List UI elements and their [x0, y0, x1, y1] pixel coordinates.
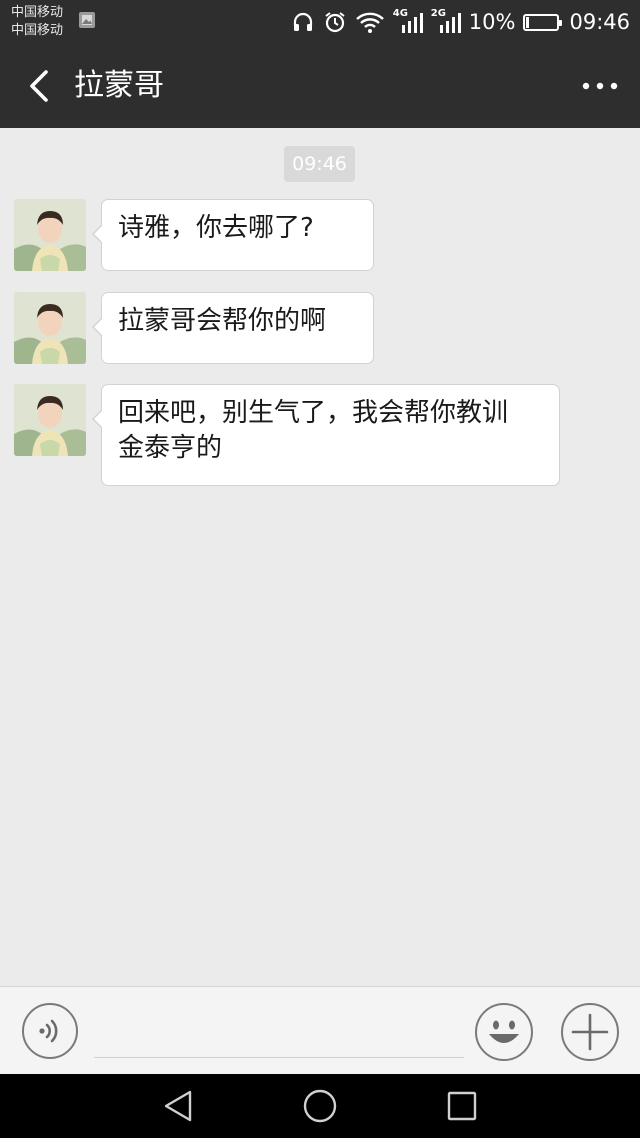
message-row: 回来吧，别生气了，我会帮你教训 金泰亨的	[14, 384, 574, 486]
battery-percent: 10%	[468, 10, 516, 34]
carrier-2: 中国移动	[11, 23, 64, 38]
voice-icon[interactable]	[21, 1002, 79, 1060]
nav-recents-icon[interactable]	[442, 1086, 482, 1126]
message-row: 拉蒙哥会帮你的啊	[14, 292, 374, 364]
carrier-1: 中国移动	[11, 5, 64, 20]
signal-2g: 2G	[431, 9, 461, 35]
message-text-line-1: 回来吧，别生气了，我会帮你教训	[118, 398, 509, 428]
avatar-image	[14, 292, 86, 364]
more-dots-icon[interactable]	[578, 68, 622, 104]
nav-home-icon[interactable]	[300, 1086, 340, 1126]
system-nav-bar	[0, 1074, 640, 1138]
signal-icon	[401, 13, 423, 33]
chat-timestamp: 09:46	[284, 146, 355, 182]
chevron-left-icon[interactable]	[20, 66, 60, 106]
message-bubble[interactable]: 诗雅，你去哪了?	[92, 199, 374, 271]
chat-screen: 中国移动 中国移动 4G 2G 10% 09:46 拉蒙哥 09:46 诗雅，你…	[0, 0, 640, 1138]
message-bubble[interactable]: 回来吧，别生气了，我会帮你教训 金泰亨的	[92, 384, 560, 486]
status-bar: 中国移动 中国移动 4G 2G 10% 09:46	[0, 0, 640, 44]
status-time: 09:46	[569, 10, 630, 34]
signal-4g: 4G	[393, 9, 423, 35]
emoji-icon[interactable]	[474, 1002, 534, 1062]
avatar-image	[14, 199, 86, 271]
input-bar	[0, 986, 640, 1074]
carrier-labels: 中国移动 中国移动	[11, 4, 63, 40]
message-text: 拉蒙哥会帮你的啊	[118, 306, 327, 336]
message-text: 诗雅，你去哪了?	[118, 213, 314, 243]
gallery-icon	[79, 12, 95, 28]
avatar[interactable]	[14, 292, 86, 364]
plus-icon[interactable]	[560, 1002, 620, 1062]
battery-fill	[526, 16, 530, 28]
wifi-icon	[355, 12, 384, 33]
message-input[interactable]	[94, 1007, 464, 1058]
avatar-image	[14, 384, 86, 456]
chat-title: 拉蒙哥	[74, 68, 164, 103]
alarm-icon	[325, 12, 345, 33]
message-text-line-2: 金泰亨的	[118, 433, 223, 463]
title-bar: 拉蒙哥	[0, 44, 640, 128]
status-icons: 4G 2G 10% 09:46	[291, 0, 630, 44]
avatar[interactable]	[14, 384, 86, 456]
message-bubble[interactable]: 拉蒙哥会帮你的啊	[92, 292, 374, 364]
avatar[interactable]	[14, 199, 86, 271]
battery-icon	[523, 13, 563, 31]
signal-icon	[439, 13, 461, 33]
headphones-icon	[293, 12, 312, 31]
message-row: 诗雅，你去哪了?	[14, 199, 374, 271]
nav-back-icon[interactable]	[158, 1086, 198, 1126]
